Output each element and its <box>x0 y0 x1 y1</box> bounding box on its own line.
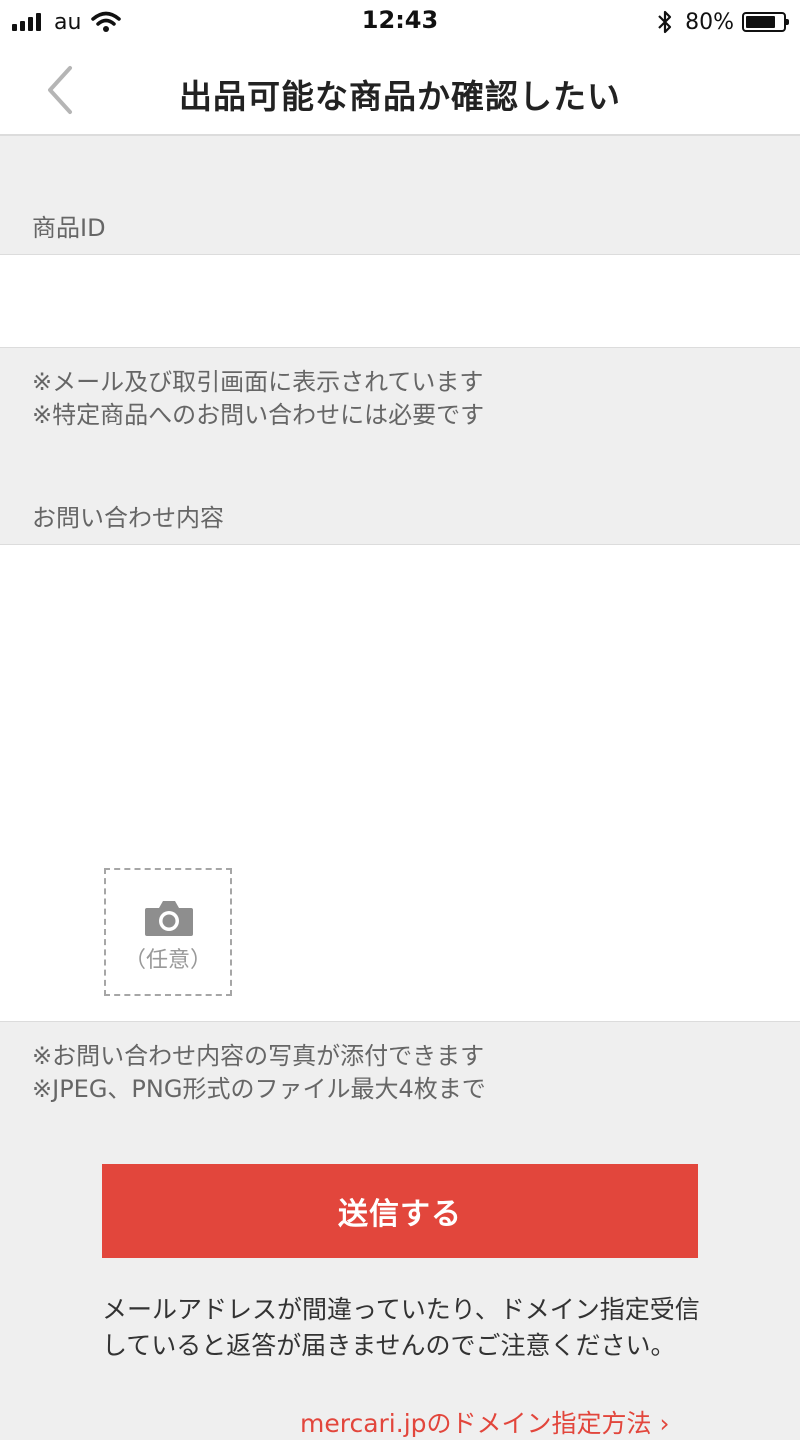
status-right: 80% <box>657 8 789 36</box>
product-id-input[interactable] <box>0 254 800 348</box>
inquiry-note-2: ※JPEG、PNG形式のファイル最大4枚まで <box>32 1075 486 1103</box>
battery-percent: 80% <box>685 9 734 35</box>
battery-icon <box>742 12 789 32</box>
domain-setting-link[interactable]: mercari.jpのドメイン指定方法 › <box>300 1404 669 1440</box>
product-id-note-2: ※特定商品へのお問い合わせには必要です <box>32 401 485 429</box>
page-title: 出品可能な商品か確認したい <box>179 77 621 116</box>
inquiry-note-1: ※お問い合わせ内容の写真が添付できます <box>32 1042 485 1070</box>
camera-icon <box>145 901 193 936</box>
navigation-bar: 出品可能な商品か確認したい <box>0 44 800 136</box>
photo-attach-button[interactable]: （任意） <box>104 868 232 996</box>
bluetooth-icon <box>658 10 672 34</box>
product-id-notes: ※メール及び取引画面に表示されています ※特定商品へのお問い合わせには必要です <box>32 366 484 432</box>
inquiry-notes: ※お問い合わせ内容の写真が添付できます ※JPEG、PNG形式のファイル最大4枚… <box>32 1040 486 1106</box>
status-bar: au 12:43 80% <box>0 0 800 44</box>
photo-optional-label: （任意） <box>123 948 212 973</box>
product-id-label: 商品ID <box>32 214 106 242</box>
product-id-note-1: ※メール及び取引画面に表示されています <box>32 368 484 396</box>
submit-button[interactable]: 送信する <box>102 1164 698 1258</box>
warning-text: メールアドレスが間違っていたり、ドメイン指定受信していると返答が届きませんのでご… <box>102 1295 700 1360</box>
inquiry-label: お問い合わせ内容 <box>32 504 224 532</box>
